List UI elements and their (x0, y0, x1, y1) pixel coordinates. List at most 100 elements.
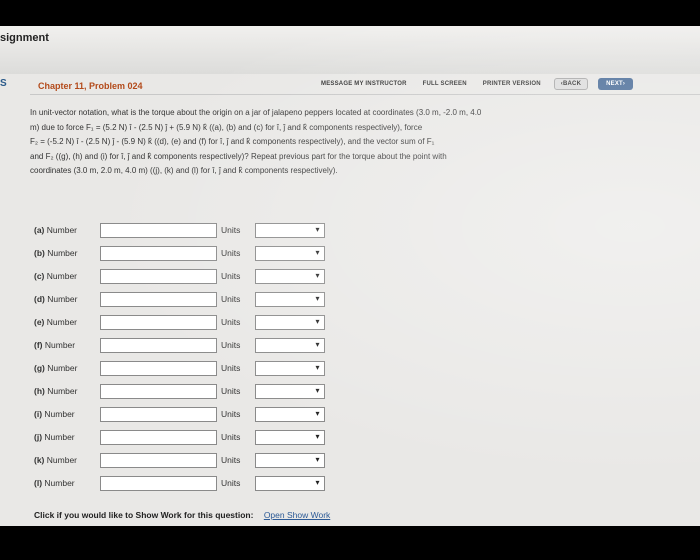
units-select[interactable]: ▾ (255, 475, 325, 491)
chevron-down-icon: ▾ (315, 362, 320, 372)
units-select[interactable]: ▾ (255, 337, 325, 353)
part-id: (e) (34, 317, 45, 327)
show-work-label: Click if you would like to Show Work for… (34, 510, 254, 520)
units-select[interactable]: ▾ (255, 314, 325, 330)
chevron-down-icon: ▾ (315, 224, 320, 234)
number-input[interactable] (100, 406, 217, 422)
units-select[interactable]: ▾ (255, 360, 325, 376)
part-id: (h) (34, 386, 45, 396)
units-select[interactable]: ▾ (255, 268, 325, 284)
message-instructor-button[interactable]: MESSAGE MY INSTRUCTOR (318, 79, 410, 89)
answer-label: (d) Number (34, 294, 100, 304)
number-label: Number (44, 340, 76, 350)
question-text: In unit-vector notation, what is the tor… (30, 106, 685, 179)
part-id: (b) (34, 248, 45, 258)
number-input[interactable] (100, 314, 217, 330)
units-select[interactable]: ▾ (255, 245, 325, 261)
units-label: Units (221, 248, 241, 258)
answer-label: (l) Number (34, 478, 100, 488)
answer-row: (c) Number Units ▾ (34, 268, 325, 284)
number-label: Number (44, 478, 75, 488)
units-label: Units (221, 478, 241, 488)
question-line-4: and F₂ ((g), (h) and (i) for î, ĵ and k̂… (30, 151, 447, 161)
chevron-down-icon: ▾ (315, 316, 320, 326)
number-input[interactable] (100, 429, 217, 445)
number-label: Number (44, 432, 75, 442)
chevron-down-icon: ▾ (315, 385, 320, 395)
units-label: Units (221, 455, 241, 465)
number-input[interactable] (100, 360, 217, 376)
chevron-down-icon: ▾ (315, 339, 320, 349)
answer-label: (a) Number (34, 225, 100, 235)
answer-row: (d) Number Units ▾ (34, 291, 325, 307)
chevron-down-icon: ▾ (315, 408, 320, 418)
part-id: (a) (34, 225, 45, 235)
open-show-work-link[interactable]: Open Show Work (264, 510, 330, 520)
units-select[interactable]: ▾ (255, 406, 325, 422)
browser-screen: signment S MESSAGE MY INSTRUCTOR FULL SC… (0, 26, 700, 526)
number-label: Number (46, 271, 77, 281)
answer-row: (l) Number Units ▾ (34, 475, 325, 491)
units-label: Units (221, 363, 241, 373)
back-button[interactable]: ‹BACK (553, 78, 589, 90)
number-input[interactable] (100, 245, 217, 261)
part-id: (j) (34, 432, 43, 442)
answer-label: (h) Number (34, 386, 100, 396)
answer-row: (b) Number Units ▾ (34, 245, 325, 261)
answer-label: (b) Number (34, 248, 100, 258)
number-input[interactable] (100, 475, 217, 491)
units-select[interactable]: ▾ (255, 383, 325, 399)
answer-label: (f) Number (34, 340, 100, 350)
units-label: Units (221, 317, 241, 327)
part-id: (c) (34, 271, 45, 281)
answer-label: (e) Number (34, 317, 100, 327)
units-select[interactable]: ▾ (255, 452, 325, 468)
question-line-1: In unit-vector notation, what is the tor… (30, 108, 482, 117)
units-select[interactable]: ▾ (255, 222, 325, 238)
number-label: Number (47, 363, 78, 373)
side-label: S (0, 78, 7, 89)
units-label: Units (221, 432, 241, 442)
number-label: Number (46, 225, 77, 235)
part-id: (l) (34, 478, 43, 488)
answer-row: (g) Number Units ▾ (34, 360, 325, 376)
number-label: Number (46, 455, 77, 465)
answer-row: (e) Number Units ▾ (34, 314, 325, 330)
number-input[interactable] (100, 268, 217, 284)
full-screen-button[interactable]: FULL SCREEN (420, 79, 470, 89)
part-id: (i) (34, 409, 43, 419)
answer-row: (h) Number Units ▾ (34, 383, 325, 399)
chevron-down-icon: ▾ (315, 270, 320, 280)
number-input[interactable] (100, 383, 217, 399)
units-label: Units (221, 386, 241, 396)
next-button[interactable]: NEXT› (598, 78, 634, 90)
part-id: (k) (34, 455, 45, 465)
answer-row: (j) Number Units ▾ (34, 429, 325, 445)
printer-version-button[interactable]: PRINTER VERSION (480, 79, 544, 89)
answer-label: (j) Number (34, 432, 100, 442)
number-input[interactable] (100, 337, 217, 353)
units-label: Units (221, 340, 241, 350)
part-id: (g) (34, 363, 45, 373)
question-line-3: F₂ = (-5.2 N) î - (2.5 N) ĵ - (5.9 N) k̂… (30, 137, 435, 146)
answer-label: (i) Number (34, 409, 100, 419)
chevron-down-icon: ▾ (315, 431, 320, 441)
number-label: Number (46, 317, 77, 327)
chevron-down-icon: ▾ (315, 454, 320, 464)
number-input[interactable] (100, 452, 217, 468)
answer-row: (k) Number Units ▾ (34, 452, 325, 468)
assignment-title: signment (0, 32, 49, 44)
number-label: Number (47, 386, 78, 396)
units-label: Units (221, 294, 241, 304)
number-input[interactable] (100, 222, 217, 238)
units-select[interactable]: ▾ (255, 429, 325, 445)
answer-label: (k) Number (34, 455, 100, 465)
chevron-down-icon: ▾ (315, 247, 320, 257)
part-id: (d) (34, 294, 45, 304)
units-select[interactable]: ▾ (255, 291, 325, 307)
units-label: Units (221, 271, 241, 281)
show-work-prompt: Click if you would like to Show Work for… (34, 510, 330, 520)
units-label: Units (221, 409, 241, 419)
answer-row: (i) Number Units ▾ (34, 406, 325, 422)
number-input[interactable] (100, 291, 217, 307)
